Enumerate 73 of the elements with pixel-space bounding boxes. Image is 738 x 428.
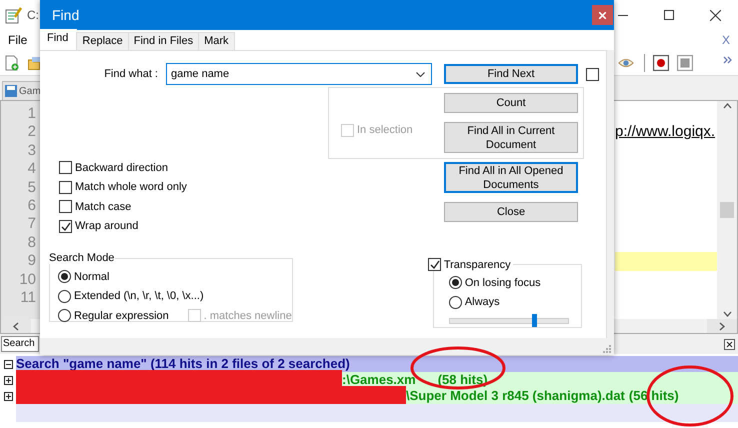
tab[interactable]: Mark xyxy=(198,32,235,50)
checkbox-label: Transparency xyxy=(444,258,511,270)
checkbox[interactable] xyxy=(428,258,441,271)
tab[interactable]: Find in Files xyxy=(128,32,200,50)
radio-button[interactable] xyxy=(58,290,71,303)
search-field[interactable]: game name xyxy=(166,63,432,85)
expand-icon[interactable] xyxy=(4,392,13,400)
dialog-title: Find xyxy=(52,7,80,23)
scroll-right-icon xyxy=(719,322,725,330)
button[interactable]: Count xyxy=(444,93,578,113)
scroll-down-icon xyxy=(722,311,732,317)
link[interactable]: p://www.logiqx. xyxy=(615,123,716,140)
close-button[interactable] xyxy=(592,5,613,25)
close-document-button[interactable]: X xyxy=(722,33,730,47)
group-title: Search Mode xyxy=(48,252,116,264)
button[interactable]: Find All in All Opened Documents xyxy=(444,162,578,193)
dropdown-icon xyxy=(416,72,425,76)
chevron-icon[interactable] xyxy=(723,56,732,64)
checkbox-label: Match case xyxy=(75,200,132,213)
button[interactable]: Find Next xyxy=(444,64,578,84)
scroll-right-button[interactable] xyxy=(707,319,737,333)
checkbox-label: . matches newline xyxy=(204,310,292,322)
maximize-icon[interactable] xyxy=(664,10,674,20)
stop-icon[interactable] xyxy=(677,54,693,70)
file-result[interactable]: \Super Model 3 r845 (shanigma).dat xyxy=(406,388,625,404)
scroll-up-icon xyxy=(722,103,732,109)
scroll-left-button[interactable] xyxy=(1,319,31,333)
tab[interactable]: Replace xyxy=(76,32,129,50)
checkbox-label: In selection xyxy=(357,124,413,136)
checkbox[interactable] xyxy=(59,161,72,174)
radio-label: Normal xyxy=(74,270,110,283)
hit-count: (58 hits) xyxy=(438,372,488,388)
line-numbers: 1 2 3 4 5 6 7 8 9 10 11 xyxy=(1,101,41,319)
checkbox[interactable] xyxy=(59,200,72,214)
checkbox[interactable] xyxy=(59,220,72,233)
radio-button[interactable] xyxy=(58,309,71,322)
document-tab[interactable]: Gam xyxy=(2,81,41,100)
field-label: Find what : xyxy=(103,68,158,80)
folder-icon[interactable] xyxy=(28,56,40,70)
radio-button[interactable] xyxy=(58,270,71,284)
checkbox-label: Wrap around xyxy=(75,220,138,232)
radio-label: On losing focus xyxy=(464,276,541,289)
notepad-icon xyxy=(5,6,22,24)
slider-thumb[interactable] xyxy=(532,314,537,327)
expand-icon[interactable] xyxy=(4,376,13,384)
scrollbar[interactable] xyxy=(717,101,737,319)
collapse-icon[interactable] xyxy=(4,360,13,368)
new-file-icon[interactable] xyxy=(4,54,20,70)
radio-label: Regular expression xyxy=(74,310,169,322)
minimize-icon[interactable] xyxy=(618,14,628,16)
button[interactable]: Close xyxy=(444,202,578,222)
button[interactable]: Find All in Current Document xyxy=(444,122,578,153)
close-icon[interactable] xyxy=(710,10,720,20)
resize-grip-icon xyxy=(602,344,611,353)
radio-button[interactable] xyxy=(448,276,462,290)
checkbox[interactable] xyxy=(59,180,72,194)
search-field[interactable]: Search xyxy=(1,336,39,352)
checkbox[interactable] xyxy=(586,68,599,80)
scrollbar-thumb[interactable] xyxy=(720,202,734,218)
menu-item[interactable]: File xyxy=(8,33,28,47)
radio-label: Always xyxy=(464,296,500,308)
close-icon xyxy=(599,12,606,18)
record-icon[interactable] xyxy=(653,54,669,70)
checkbox-label: Backward direction xyxy=(75,162,168,174)
checkbox-label: Match whole word only xyxy=(75,181,187,194)
close-icon[interactable] xyxy=(724,338,735,350)
scroll-left-icon xyxy=(13,322,19,330)
radio-label: Extended (\n, \r, \t, \0, \x...) xyxy=(74,290,204,302)
file-result[interactable]: :\Games.xm xyxy=(342,372,416,388)
window-title: C: xyxy=(27,8,39,22)
save-icon xyxy=(5,85,17,97)
radio-button[interactable] xyxy=(448,296,462,309)
search-summary[interactable]: Search "game name" (114 hits in 2 files of 2 searched) xyxy=(16,356,738,372)
